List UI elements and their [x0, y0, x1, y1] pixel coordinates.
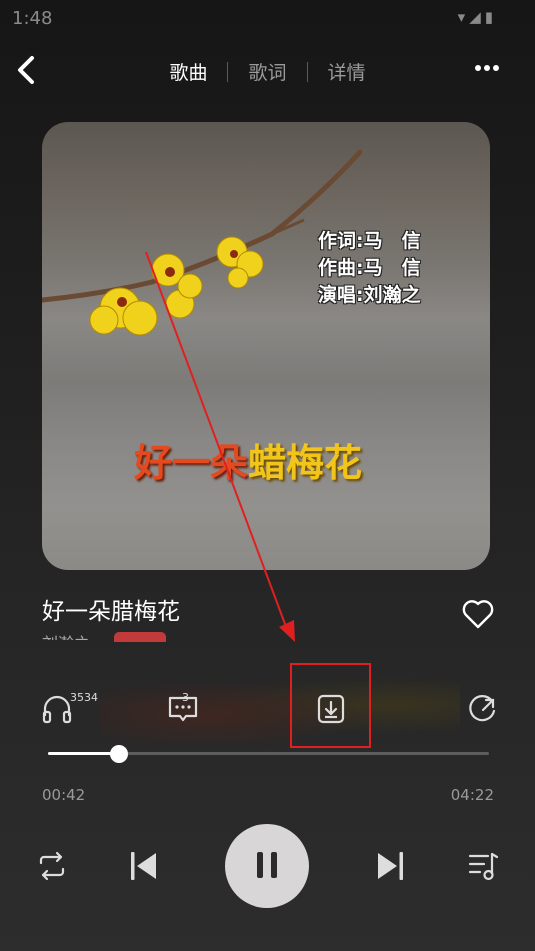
- header-tabs: 歌曲 歌词 详情: [0, 58, 535, 85]
- total-time: 04:22: [450, 786, 494, 804]
- cover-title-part2: 蜡梅花: [248, 441, 363, 485]
- download-highlight-box: [290, 663, 371, 748]
- action-row-background: [100, 660, 460, 750]
- comment-count: 3: [182, 691, 189, 704]
- artist-name[interactable]: 刘瀚之: [42, 630, 90, 640]
- more-icon[interactable]: [475, 62, 499, 74]
- status-icons: ▾◢▮: [457, 8, 497, 26]
- current-time: 00:42: [42, 786, 86, 804]
- playlist-icon[interactable]: [464, 846, 504, 886]
- repeat-icon[interactable]: [32, 846, 72, 886]
- tab-details[interactable]: 详情: [308, 58, 386, 85]
- progress-fill: [48, 752, 119, 755]
- next-icon[interactable]: [370, 846, 410, 886]
- status-time: 1:48: [12, 8, 53, 29]
- tab-song[interactable]: 歌曲: [149, 58, 227, 85]
- headphones-icon[interactable]: [40, 692, 74, 726]
- share-icon[interactable]: [466, 692, 500, 726]
- plum-branch-illustration: [42, 149, 363, 336]
- cover-title-part1: 好一朵: [134, 441, 249, 485]
- song-title: 好一朵腊梅花: [42, 599, 180, 625]
- listen-count: 3534: [70, 691, 98, 704]
- previous-icon[interactable]: [124, 846, 164, 886]
- pause-icon: [271, 852, 277, 878]
- album-cover: 作词:马 信 作曲:马 信 演唱:刘瀚之 好一朵蜡梅花: [42, 122, 490, 570]
- pause-icon: [257, 852, 263, 878]
- cover-title: 好一朵蜡梅花: [134, 432, 362, 487]
- vip-tag: [114, 632, 166, 642]
- tab-lyrics[interactable]: 歌词: [228, 58, 306, 85]
- progress-handle[interactable]: [109, 745, 128, 763]
- cover-credits: 作词:马 信 作曲:马 信 演唱:刘瀚之: [318, 230, 421, 306]
- pause-button[interactable]: [225, 824, 309, 908]
- favorite-heart-icon[interactable]: [460, 596, 496, 632]
